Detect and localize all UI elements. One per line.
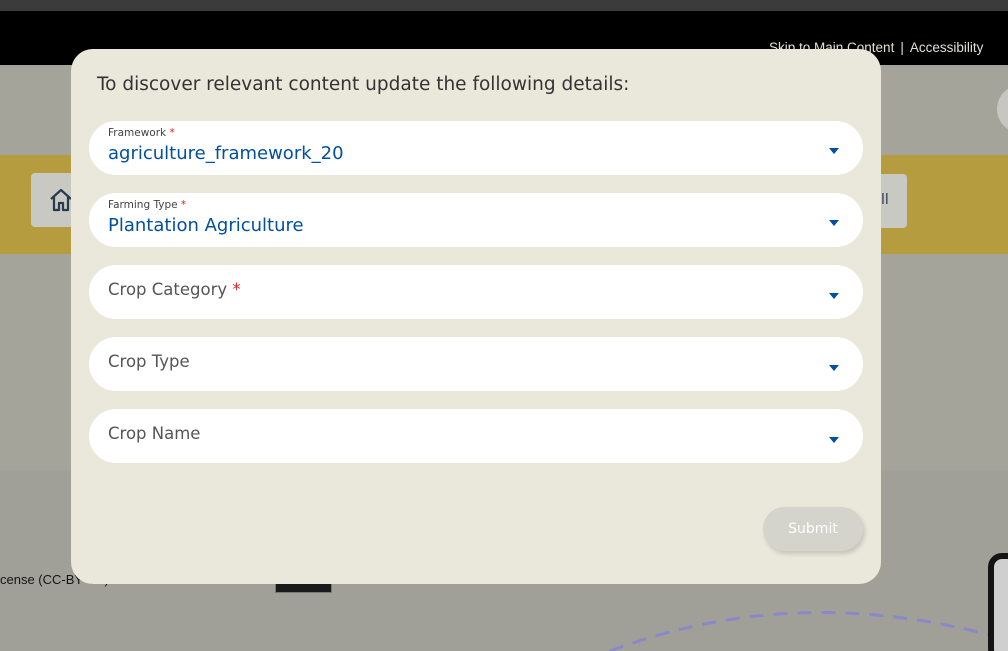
crop-type-placeholder: Crop Type [108,352,190,371]
framework-value: agriculture_framework_20 [108,143,344,164]
caret-down-icon [829,365,839,371]
framework-select[interactable]: Framework * agriculture_framework_20 [89,121,863,175]
framework-label: Framework * [108,127,175,139]
caret-down-icon [829,437,839,443]
farming-type-label: Farming Type * [108,199,187,211]
phone-illustration [988,553,1008,651]
crop-name-select[interactable]: Crop Name [89,409,863,463]
modal-title: To discover relevant content update the … [97,74,630,95]
farming-type-select[interactable]: Farming Type * Plantation Agriculture [89,193,863,247]
required-mark: * [169,127,175,139]
caret-down-icon [829,148,839,154]
crop-category-select[interactable]: Crop Category * [89,265,863,319]
required-mark: * [180,199,187,211]
caret-down-icon [829,293,839,299]
crop-category-placeholder: Crop Category * [108,280,241,299]
farming-type-value: Plantation Agriculture [108,215,304,236]
crop-type-select[interactable]: Crop Type [89,337,863,391]
caret-down-icon [829,220,839,226]
content-preferences-modal: To discover relevant content update the … [71,49,881,584]
required-mark: * [232,280,241,299]
submit-button[interactable]: Submit [763,507,863,551]
crop-name-placeholder: Crop Name [108,424,201,443]
